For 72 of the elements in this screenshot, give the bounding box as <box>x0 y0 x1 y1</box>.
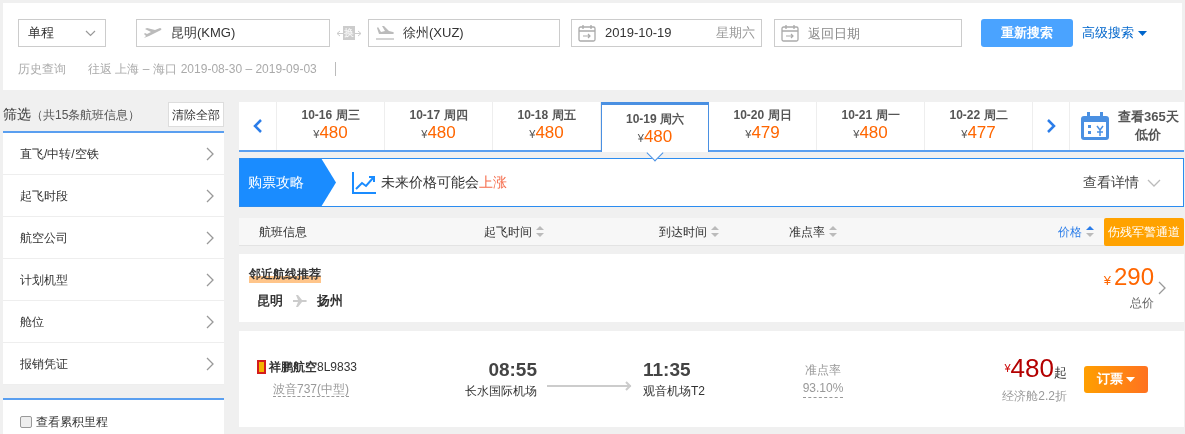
chevron-down-icon <box>85 29 96 37</box>
filter-item[interactable]: 报销凭证 <box>3 343 224 385</box>
caret-down-icon <box>1138 30 1147 36</box>
arrival-airport: 观音机场T2 <box>643 383 706 400</box>
sort-icon[interactable] <box>711 226 719 237</box>
plane-icon <box>293 295 307 307</box>
chevron-right-icon <box>1046 118 1056 134</box>
departure-time: 08:55 <box>488 358 537 382</box>
chevron-down-icon <box>1147 178 1161 187</box>
total-price: ¥290 <box>1103 264 1154 292</box>
history-label: 历史查询 <box>18 61 66 78</box>
low-price-calendar-link[interactable]: 查看365天 低价 <box>1070 102 1184 150</box>
date-tab[interactable]: 10-22 周二 ¥477 <box>925 102 1033 150</box>
chevron-right-icon <box>1158 281 1166 295</box>
chevron-right-icon <box>206 272 214 287</box>
route-origin: 昆明 <box>257 292 283 311</box>
advanced-search-link[interactable]: 高级搜索 <box>1082 23 1147 43</box>
chevron-right-icon <box>206 146 214 161</box>
flight-price: ¥480起 <box>1004 353 1067 385</box>
arrow-icon <box>547 381 633 391</box>
return-date-field[interactable]: 返回日期 <box>774 19 962 47</box>
trend-chart-icon <box>352 171 376 194</box>
column-header[interactable]: 起飞时间 <box>484 222 532 241</box>
route-destination: 扬州 <box>317 292 343 311</box>
calendar-icon <box>1080 111 1110 141</box>
clear-all-button[interactable]: 清除全部 <box>168 102 224 127</box>
date-tab[interactable]: 10-16 周三 ¥480 <box>277 102 385 150</box>
sort-icon[interactable] <box>829 226 837 237</box>
filter-item[interactable]: 航空公司 <box>3 217 224 259</box>
total-price-label: 总价 <box>1130 295 1154 312</box>
view-details-link[interactable]: 查看详情 <box>1083 172 1161 193</box>
departure-city-field[interactable]: 昆明(KMG) <box>136 19 330 47</box>
chevron-right-icon <box>206 230 214 245</box>
filter-item[interactable]: 舱位 <box>3 301 224 343</box>
sort-icon[interactable] <box>536 226 544 237</box>
calendar-icon <box>578 24 596 42</box>
date-tab[interactable]: 10-20 周日 ¥479 <box>709 102 817 150</box>
filter-item[interactable]: 起飞时段 <box>3 175 224 217</box>
arrow-right-icon <box>355 29 362 37</box>
filter-item[interactable]: 直飞/中转/空铁 <box>3 133 224 175</box>
chevron-right-icon <box>206 188 214 203</box>
date-tab[interactable]: 10-17 周四 ¥480 <box>385 102 493 150</box>
departure-airport: 长水国际机场 <box>465 383 537 400</box>
column-header[interactable]: 到达时间 <box>659 222 707 241</box>
on-time-label: 准点率 <box>805 361 841 379</box>
arrival-time: 11:35 <box>643 358 692 382</box>
airline-logo-icon <box>257 360 266 374</box>
filter-item[interactable]: 计划机型 <box>3 259 224 301</box>
cabin-discount: 经济舱2.2折 <box>1002 387 1067 405</box>
column-header[interactable]: 价格 <box>1058 222 1082 241</box>
departure-date-field[interactable]: 2019-10-19 星期六 <box>571 19 762 47</box>
calendar-icon <box>781 24 799 42</box>
date-tab[interactable]: 10-21 周一 ¥480 <box>817 102 925 150</box>
flight-count: （共15条航班信息） <box>31 107 141 124</box>
chevron-right-icon <box>206 356 214 371</box>
guide-tag: 购票攻略 <box>240 159 336 206</box>
trip-type-select[interactable]: 单程 <box>18 19 106 47</box>
filter-title: 筛选 <box>3 105 31 124</box>
column-header[interactable]: 准点率 <box>789 222 825 241</box>
mileage-checkbox[interactable]: 查看累积里程 <box>20 413 108 431</box>
arrow-left-icon <box>336 29 343 37</box>
plane-landing-icon <box>375 26 395 40</box>
sort-icon[interactable] <box>1086 226 1094 237</box>
chevron-left-icon <box>252 118 263 134</box>
column-header: 航班信息 <box>259 223 307 241</box>
plane-takeoff-icon <box>143 26 163 40</box>
on-time-rate: 93.10% <box>802 378 844 398</box>
flight-name: 祥鹏航空8L9833 <box>269 359 358 376</box>
chevron-right-icon <box>206 314 214 329</box>
caret-down-icon <box>1126 376 1135 382</box>
arrival-city-field[interactable]: 徐州(XUZ) <box>368 19 560 47</box>
price-trend-text: 未来价格可能会上涨 <box>381 173 507 192</box>
